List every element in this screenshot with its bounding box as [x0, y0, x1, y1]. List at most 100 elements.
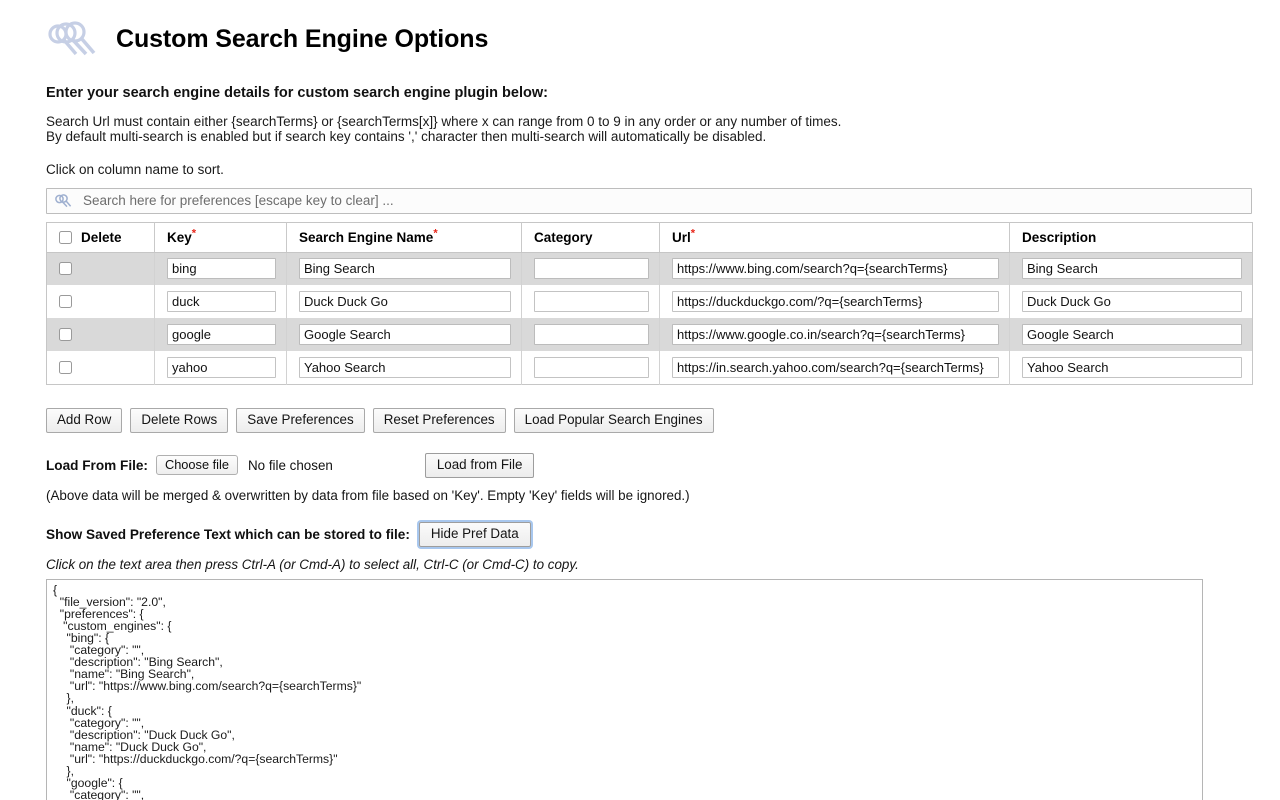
column-header-url[interactable]: Url* [659, 222, 1010, 253]
pref-data-textarea-wrap: { "file_version": "2.0", "preferences": … [46, 578, 1203, 800]
cell-delete [46, 252, 155, 286]
search-magnifiers-icon [53, 193, 73, 209]
cell-name [286, 285, 522, 319]
column-header-description-label: Description [1022, 229, 1097, 245]
cell-url [659, 285, 1010, 319]
row-delete-checkbox[interactable] [59, 294, 72, 308]
url-field[interactable] [672, 258, 999, 280]
column-header-category[interactable]: Category [521, 222, 660, 253]
table-row [46, 252, 1253, 286]
required-marker-name: * [433, 227, 438, 240]
cell-delete [46, 318, 155, 352]
action-button-row: Add Row Delete Rows Save Preferences Res… [46, 407, 1254, 433]
cell-category [521, 318, 660, 352]
cell-key [154, 318, 287, 352]
page-root: Custom Search Engine Options Enter your … [0, 0, 1280, 800]
cell-description [1009, 285, 1253, 319]
preferences-table: Delete Key* Search Engine Name* Category… [46, 221, 1253, 385]
cell-name [286, 318, 522, 352]
category-field[interactable] [534, 356, 649, 378]
intro-note: Search Url must contain either {searchTe… [46, 114, 1254, 146]
sort-hint: Click on column name to sort. [46, 161, 224, 177]
load-popular-search-engines-button[interactable]: Load Popular Search Engines [513, 407, 714, 433]
key-field[interactable] [167, 258, 276, 280]
description-field[interactable] [1022, 258, 1242, 280]
magnifiers-icon [46, 17, 104, 61]
intro-note-line-1: Search Url must contain either {searchTe… [46, 113, 842, 129]
cell-description [1009, 252, 1253, 286]
intro-note-line-2: By default multi-search is enabled but i… [46, 129, 767, 145]
required-marker-key: * [191, 227, 197, 240]
choose-file-button[interactable]: Choose file [155, 455, 238, 476]
table-row [46, 318, 1253, 352]
delete-rows-button[interactable]: Delete Rows [130, 407, 229, 433]
url-field[interactable] [672, 356, 999, 378]
category-field[interactable] [534, 258, 649, 280]
select-all-checkbox[interactable] [59, 230, 72, 244]
key-field[interactable] [167, 291, 276, 313]
search-engine-name-field[interactable] [299, 324, 511, 346]
description-field[interactable] [1022, 356, 1242, 378]
search-engine-name-field[interactable] [299, 356, 511, 378]
search-engine-name-field[interactable] [299, 291, 511, 313]
cell-category [521, 285, 660, 319]
load-from-file-button[interactable]: Load from File [424, 452, 535, 478]
hide-pref-data-button[interactable]: Hide Pref Data [418, 521, 531, 547]
cell-key [154, 285, 287, 319]
file-status-text: No file chosen [247, 457, 333, 473]
cell-delete [46, 285, 155, 319]
row-delete-checkbox[interactable] [59, 262, 72, 276]
cell-key [154, 252, 287, 286]
search-input[interactable]: Search here for preferences [escape key … [46, 187, 1252, 214]
cell-name [286, 351, 522, 385]
cell-category [521, 252, 660, 286]
search-placeholder: Search here for preferences [escape key … [83, 193, 394, 209]
row-delete-checkbox[interactable] [59, 327, 72, 341]
reset-preferences-button[interactable]: Reset Preferences [372, 407, 506, 433]
url-field[interactable] [672, 324, 999, 346]
cell-category [521, 351, 660, 385]
column-header-key-label: Key [167, 229, 192, 245]
column-header-category-label: Category [534, 229, 593, 245]
key-field[interactable] [167, 356, 276, 378]
copy-hint: Click on the text area then press Ctrl-A… [46, 556, 579, 572]
pref-data-row: Show Saved Preference Text which can be … [46, 521, 1254, 547]
cell-url [659, 351, 1010, 385]
column-header-delete[interactable]: Delete [46, 222, 155, 253]
column-header-delete-label: Delete [81, 229, 122, 245]
load-from-file-label: Load From File: [46, 457, 148, 473]
cell-description [1009, 318, 1253, 352]
cell-name [286, 252, 522, 286]
intro-subhead: Enter your search engine details for cus… [46, 85, 548, 101]
column-header-key[interactable]: Key* [154, 222, 287, 253]
cell-key [154, 351, 287, 385]
description-field[interactable] [1022, 324, 1242, 346]
category-field[interactable] [534, 291, 649, 313]
search-engine-name-field[interactable] [299, 258, 511, 280]
column-header-description[interactable]: Description [1009, 222, 1253, 253]
cell-url [659, 252, 1010, 286]
table-body [46, 252, 1253, 385]
cell-delete [46, 351, 155, 385]
load-from-file-row: Load From File: Choose file No file chos… [46, 452, 1254, 478]
page-title: Custom Search Engine Options [116, 25, 489, 53]
add-row-button[interactable]: Add Row [46, 407, 123, 433]
page-header: Custom Search Engine Options [46, 16, 1254, 62]
merge-note: (Above data will be merged & overwritten… [46, 487, 690, 503]
row-delete-checkbox[interactable] [59, 360, 72, 374]
save-preferences-button[interactable]: Save Preferences [236, 407, 365, 433]
description-field[interactable] [1022, 291, 1242, 313]
category-field[interactable] [534, 324, 649, 346]
pref-data-label: Show Saved Preference Text which can be … [46, 526, 410, 542]
table-row [46, 285, 1253, 319]
pref-data-textarea[interactable]: { "file_version": "2.0", "preferences": … [46, 578, 1203, 800]
column-header-search-engine-name[interactable]: Search Engine Name* [286, 222, 522, 253]
column-header-name-label: Search Engine Name [299, 229, 434, 245]
table-header-row: Delete Key* Search Engine Name* Category… [46, 222, 1253, 253]
table-row [46, 351, 1253, 385]
cell-description [1009, 351, 1253, 385]
required-marker-url: * [690, 227, 696, 240]
key-field[interactable] [167, 324, 276, 346]
cell-url [659, 318, 1010, 352]
url-field[interactable] [672, 291, 999, 313]
